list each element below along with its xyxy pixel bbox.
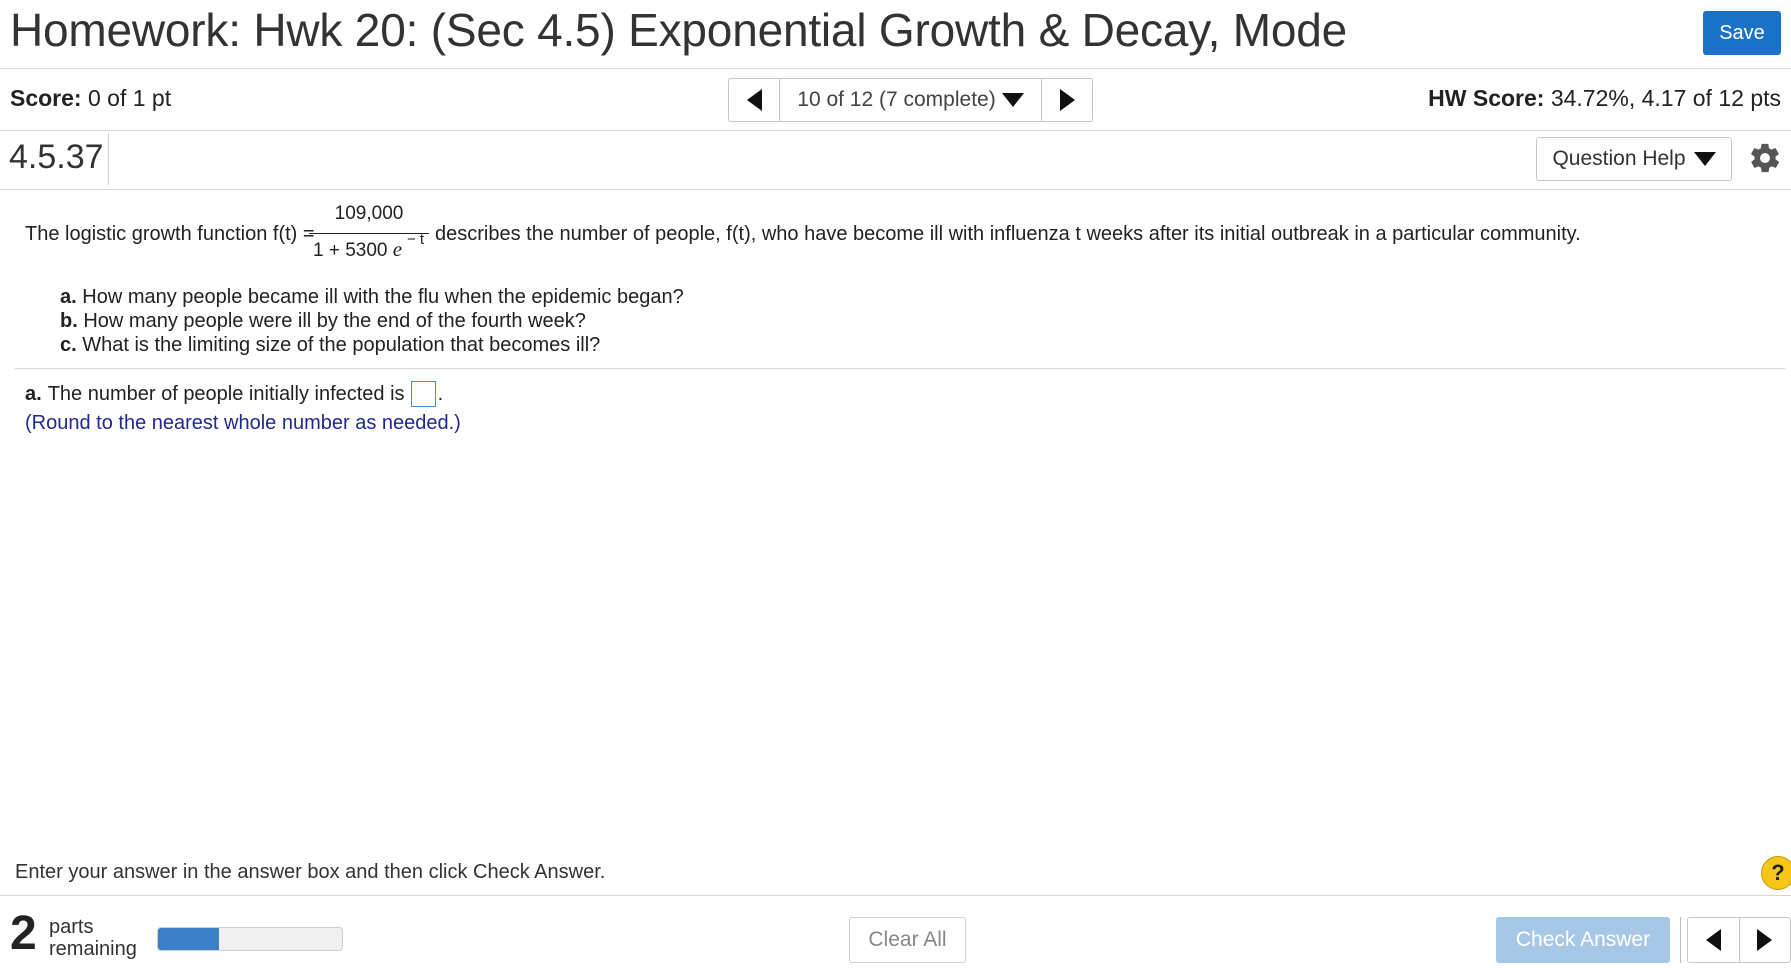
part-text: How many people were ill by the end of t… bbox=[83, 310, 586, 332]
question-select[interactable]: 10 of 12 (7 complete) bbox=[779, 79, 1042, 121]
question-id: 4.5.37 bbox=[9, 138, 104, 176]
chevron-right-icon bbox=[1059, 89, 1075, 111]
score-label: Score: bbox=[10, 85, 82, 111]
save-button[interactable]: Save bbox=[1703, 11, 1781, 55]
part-text: What is the limiting size of the populat… bbox=[82, 334, 601, 356]
parts-remaining-label: parts remaining bbox=[49, 916, 137, 960]
fraction-exponent: − t bbox=[407, 231, 425, 248]
header-divider bbox=[0, 68, 1791, 69]
previous-question-button[interactable] bbox=[729, 79, 779, 121]
score: Score: 0 of 1 pt bbox=[10, 85, 171, 112]
answer-suffix: . bbox=[437, 382, 444, 405]
hw-score: HW Score: 34.72%, 4.17 of 12 pts bbox=[1428, 85, 1781, 112]
answer-label: a. bbox=[25, 382, 42, 405]
question-part-c: c. What is the limiting size of the popu… bbox=[60, 334, 600, 357]
chevron-left-icon bbox=[1705, 929, 1721, 951]
parts-remaining-count: 2 bbox=[10, 907, 37, 960]
fraction-numerator: 109,000 bbox=[334, 203, 404, 224]
question-icon[interactable]: ? bbox=[1761, 856, 1791, 890]
progress-fill bbox=[158, 928, 219, 950]
question-id-divider bbox=[108, 133, 109, 185]
hw-score-value: 34.72%, 4.17 of 12 pts bbox=[1550, 85, 1781, 111]
previous-question-button[interactable] bbox=[1688, 918, 1739, 962]
parts-label-line2: remaining bbox=[49, 938, 137, 960]
gear-icon[interactable] bbox=[1748, 141, 1782, 175]
clear-all-button[interactable]: Clear All bbox=[849, 917, 966, 963]
question-part-a: a. How many people became ill with the f… bbox=[60, 286, 684, 309]
question-header-divider bbox=[0, 189, 1791, 190]
part-label: c. bbox=[60, 334, 77, 356]
hw-score-label: HW Score: bbox=[1428, 85, 1545, 111]
caret-down-icon bbox=[1693, 152, 1716, 166]
question-position: 10 of 12 (7 complete) bbox=[797, 88, 996, 111]
score-divider bbox=[0, 130, 1791, 131]
instructions-text: Enter your answer in the answer box and … bbox=[15, 861, 606, 883]
footer-navigator bbox=[1687, 917, 1791, 963]
next-question-button[interactable] bbox=[1042, 79, 1092, 121]
page-title: Homework: Hwk 20: (Sec 4.5) Exponential … bbox=[10, 4, 1348, 56]
question-navigator: 10 of 12 (7 complete) bbox=[728, 78, 1093, 122]
denominator-e: e bbox=[392, 237, 403, 261]
chevron-left-icon bbox=[746, 89, 762, 111]
check-answer-button[interactable]: Check Answer bbox=[1496, 917, 1670, 963]
score-value: 0 of 1 pt bbox=[87, 85, 172, 111]
part-label: b. bbox=[60, 310, 78, 332]
chevron-right-icon bbox=[1757, 929, 1773, 951]
footer-divider bbox=[0, 895, 1791, 896]
answer-line: a. The number of people initially infect… bbox=[25, 381, 443, 407]
answer-prompt: The number of people initially infected … bbox=[47, 382, 405, 405]
question-help-label: Question Help bbox=[1552, 147, 1686, 170]
answer-input[interactable] bbox=[410, 381, 436, 407]
fraction-denominator: 1 + 5300 e bbox=[313, 237, 402, 262]
part-text: How many people became ill with the flu … bbox=[82, 286, 684, 308]
rounding-note: (Round to the nearest whole number as ne… bbox=[25, 412, 461, 434]
footer-separator bbox=[1680, 917, 1681, 963]
parts-progress-bar bbox=[157, 927, 343, 951]
denominator-base: 1 + 5300 bbox=[313, 240, 388, 261]
next-question-button[interactable] bbox=[1738, 918, 1791, 962]
problem-intro-rest: describes the number of people, f(t), wh… bbox=[435, 223, 1581, 245]
statement-divider bbox=[15, 368, 1785, 369]
question-help-button[interactable]: Question Help bbox=[1536, 137, 1732, 181]
problem-intro: The logistic growth function f(t) = bbox=[25, 223, 315, 245]
part-label: a. bbox=[60, 286, 77, 308]
question-part-b: b. How many people were ill by the end o… bbox=[60, 310, 586, 333]
parts-label-line1: parts bbox=[49, 916, 94, 938]
caret-down-icon bbox=[1001, 93, 1024, 107]
